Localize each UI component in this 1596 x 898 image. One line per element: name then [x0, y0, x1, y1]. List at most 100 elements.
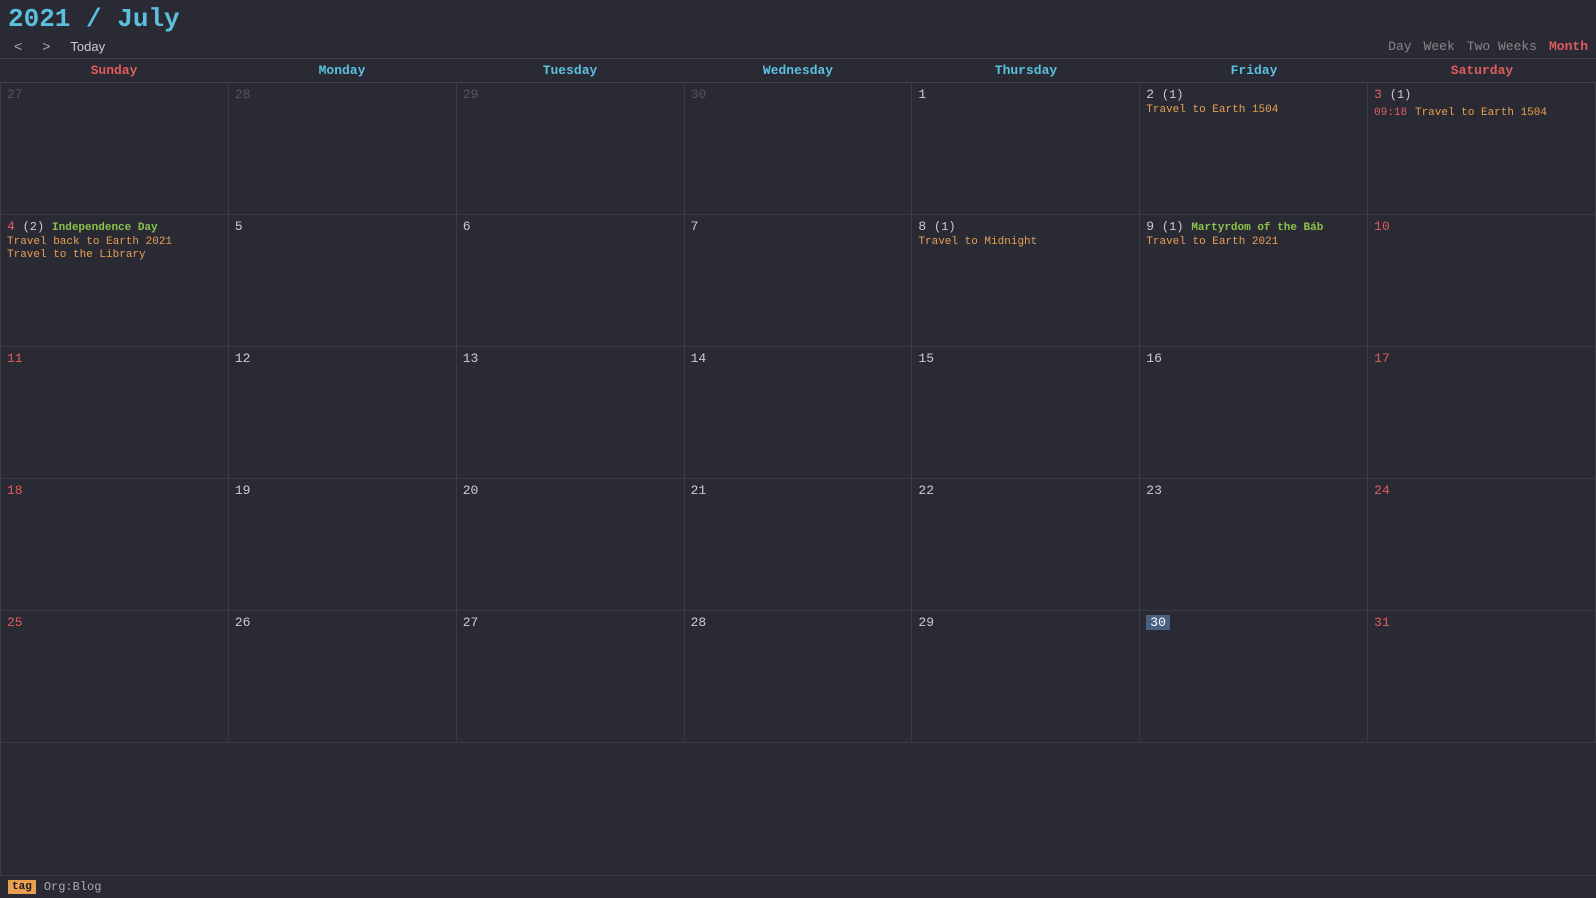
- day-num: 20: [463, 483, 678, 498]
- header-tuesday: Tuesday: [456, 59, 684, 82]
- day-num: 6: [463, 219, 678, 234]
- event-travel-library[interactable]: Travel to the Library: [7, 249, 222, 261]
- footer: tag Org:Blog: [0, 875, 1596, 898]
- event-count: (1): [1162, 88, 1184, 102]
- event-travel-back2021[interactable]: Travel back to Earth 2021: [7, 236, 222, 248]
- footer-tag[interactable]: tag: [8, 880, 36, 894]
- header-sunday: Sunday: [0, 59, 228, 82]
- separator: /: [70, 4, 117, 34]
- cell-jul14[interactable]: 14: [685, 347, 913, 479]
- day-num: 23: [1146, 483, 1361, 498]
- month-label: July: [117, 4, 179, 34]
- view-week[interactable]: Week: [1424, 39, 1455, 54]
- event-count: (2): [23, 220, 45, 234]
- day-num: 29: [463, 87, 678, 102]
- day-num: 21: [691, 483, 906, 498]
- event-count: (1): [1162, 220, 1184, 234]
- day-num: 25: [7, 615, 222, 630]
- day-num: 1: [918, 87, 1133, 102]
- day-num: 28: [235, 87, 450, 102]
- cell-jul4[interactable]: 4 (2) Independence Day Travel back to Ea…: [1, 215, 229, 347]
- header-monday: Monday: [228, 59, 456, 82]
- day-num: 10: [1374, 219, 1589, 234]
- day-num: 14: [691, 351, 906, 366]
- cell-jul5[interactable]: 5: [229, 215, 457, 347]
- today-button[interactable]: Today: [64, 37, 111, 56]
- day-num: 8 (1): [918, 219, 1133, 234]
- view-day[interactable]: Day: [1388, 39, 1411, 54]
- page-title: 2021 / July: [8, 4, 1588, 34]
- day-num: 31: [1374, 615, 1589, 630]
- day-num: 7: [691, 219, 906, 234]
- cell-jul17[interactable]: 17: [1368, 347, 1596, 479]
- header-saturday: Saturday: [1368, 59, 1596, 82]
- day-num: 30: [691, 87, 906, 102]
- day-num: 15: [918, 351, 1133, 366]
- day-num: 4 (2) Independence Day: [7, 219, 222, 234]
- event-travel-midnight[interactable]: Travel to Midnight: [918, 236, 1133, 248]
- event-label: Travel to Earth 1504: [1415, 107, 1547, 119]
- day-num: 11: [7, 351, 222, 366]
- day-num: 27: [463, 615, 678, 630]
- calendar-grid: 27 28 29 30 1 2 (1) Travel to Earth 1504…: [0, 83, 1596, 875]
- header-thursday: Thursday: [912, 59, 1140, 82]
- cell-jul24[interactable]: 24: [1368, 479, 1596, 611]
- cell-jul8[interactable]: 8 (1) Travel to Midnight: [912, 215, 1140, 347]
- cell-jul7[interactable]: 7: [685, 215, 913, 347]
- day-num: 29: [918, 615, 1133, 630]
- footer-label: Org:Blog: [44, 880, 102, 894]
- cell-jul16[interactable]: 16: [1140, 347, 1368, 479]
- day-num: 18: [7, 483, 222, 498]
- cell-jun30[interactable]: 30: [685, 83, 913, 215]
- year-label: 2021: [8, 4, 70, 34]
- day-num: 24: [1374, 483, 1589, 498]
- cell-jul26[interactable]: 26: [229, 611, 457, 743]
- cell-jul23[interactable]: 23: [1140, 479, 1368, 611]
- event-travel-earth1504-fri[interactable]: Travel to Earth 1504: [1146, 104, 1361, 116]
- day-num: 30: [1146, 615, 1361, 630]
- cell-jul9[interactable]: 9 (1) Martyrdom of the Báb Travel to Ear…: [1140, 215, 1368, 347]
- cell-jul15[interactable]: 15: [912, 347, 1140, 479]
- view-month[interactable]: Month: [1549, 39, 1588, 54]
- cell-jul11[interactable]: 11: [1, 347, 229, 479]
- day-num: 16: [1146, 351, 1361, 366]
- day-headers: Sunday Monday Tuesday Wednesday Thursday…: [0, 58, 1596, 83]
- cell-jul25[interactable]: 25: [1, 611, 229, 743]
- cell-jul22[interactable]: 22: [912, 479, 1140, 611]
- day-num: 27: [7, 87, 222, 102]
- cell-jul18[interactable]: 18: [1, 479, 229, 611]
- cell-jul13[interactable]: 13: [457, 347, 685, 479]
- day-num: 28: [691, 615, 906, 630]
- day-num: 3 (1): [1374, 87, 1589, 102]
- day-num: 22: [918, 483, 1133, 498]
- cell-jul28[interactable]: 28: [685, 611, 913, 743]
- cell-jun28[interactable]: 28: [229, 83, 457, 215]
- cell-jul1[interactable]: 1: [912, 83, 1140, 215]
- cell-jul2[interactable]: 2 (1) Travel to Earth 1504: [1140, 83, 1368, 215]
- day-num: 12: [235, 351, 450, 366]
- event-travel-earth2021[interactable]: Travel to Earth 2021: [1146, 236, 1361, 248]
- cell-jul10[interactable]: 10: [1368, 215, 1596, 347]
- event-jul3[interactable]: 09:18 Travel to Earth 1504: [1374, 104, 1589, 119]
- day-num: 2 (1): [1146, 87, 1361, 102]
- event-bab: Martyrdom of the Báb: [1191, 222, 1323, 234]
- cell-jun29[interactable]: 29: [457, 83, 685, 215]
- day-num: 9 (1) Martyrdom of the Báb: [1146, 219, 1361, 234]
- cell-jul20[interactable]: 20: [457, 479, 685, 611]
- cell-jul19[interactable]: 19: [229, 479, 457, 611]
- cell-jul21[interactable]: 21: [685, 479, 913, 611]
- cell-jul6[interactable]: 6: [457, 215, 685, 347]
- cell-jul30-today[interactable]: 30: [1140, 611, 1368, 743]
- cell-jul29[interactable]: 29: [912, 611, 1140, 743]
- event-holiday: Independence Day: [52, 222, 158, 234]
- prev-button[interactable]: <: [8, 36, 28, 56]
- cell-jul31[interactable]: 31: [1368, 611, 1596, 743]
- cell-jun27[interactable]: 27: [1, 83, 229, 215]
- cell-jul12[interactable]: 12: [229, 347, 457, 479]
- cell-jul3[interactable]: 3 (1) 09:18 Travel to Earth 1504: [1368, 83, 1596, 215]
- today-indicator: 30: [1146, 615, 1170, 630]
- view-two-weeks[interactable]: Two Weeks: [1467, 39, 1537, 54]
- next-button[interactable]: >: [36, 36, 56, 56]
- cell-jul27[interactable]: 27: [457, 611, 685, 743]
- day-num: 5: [235, 219, 450, 234]
